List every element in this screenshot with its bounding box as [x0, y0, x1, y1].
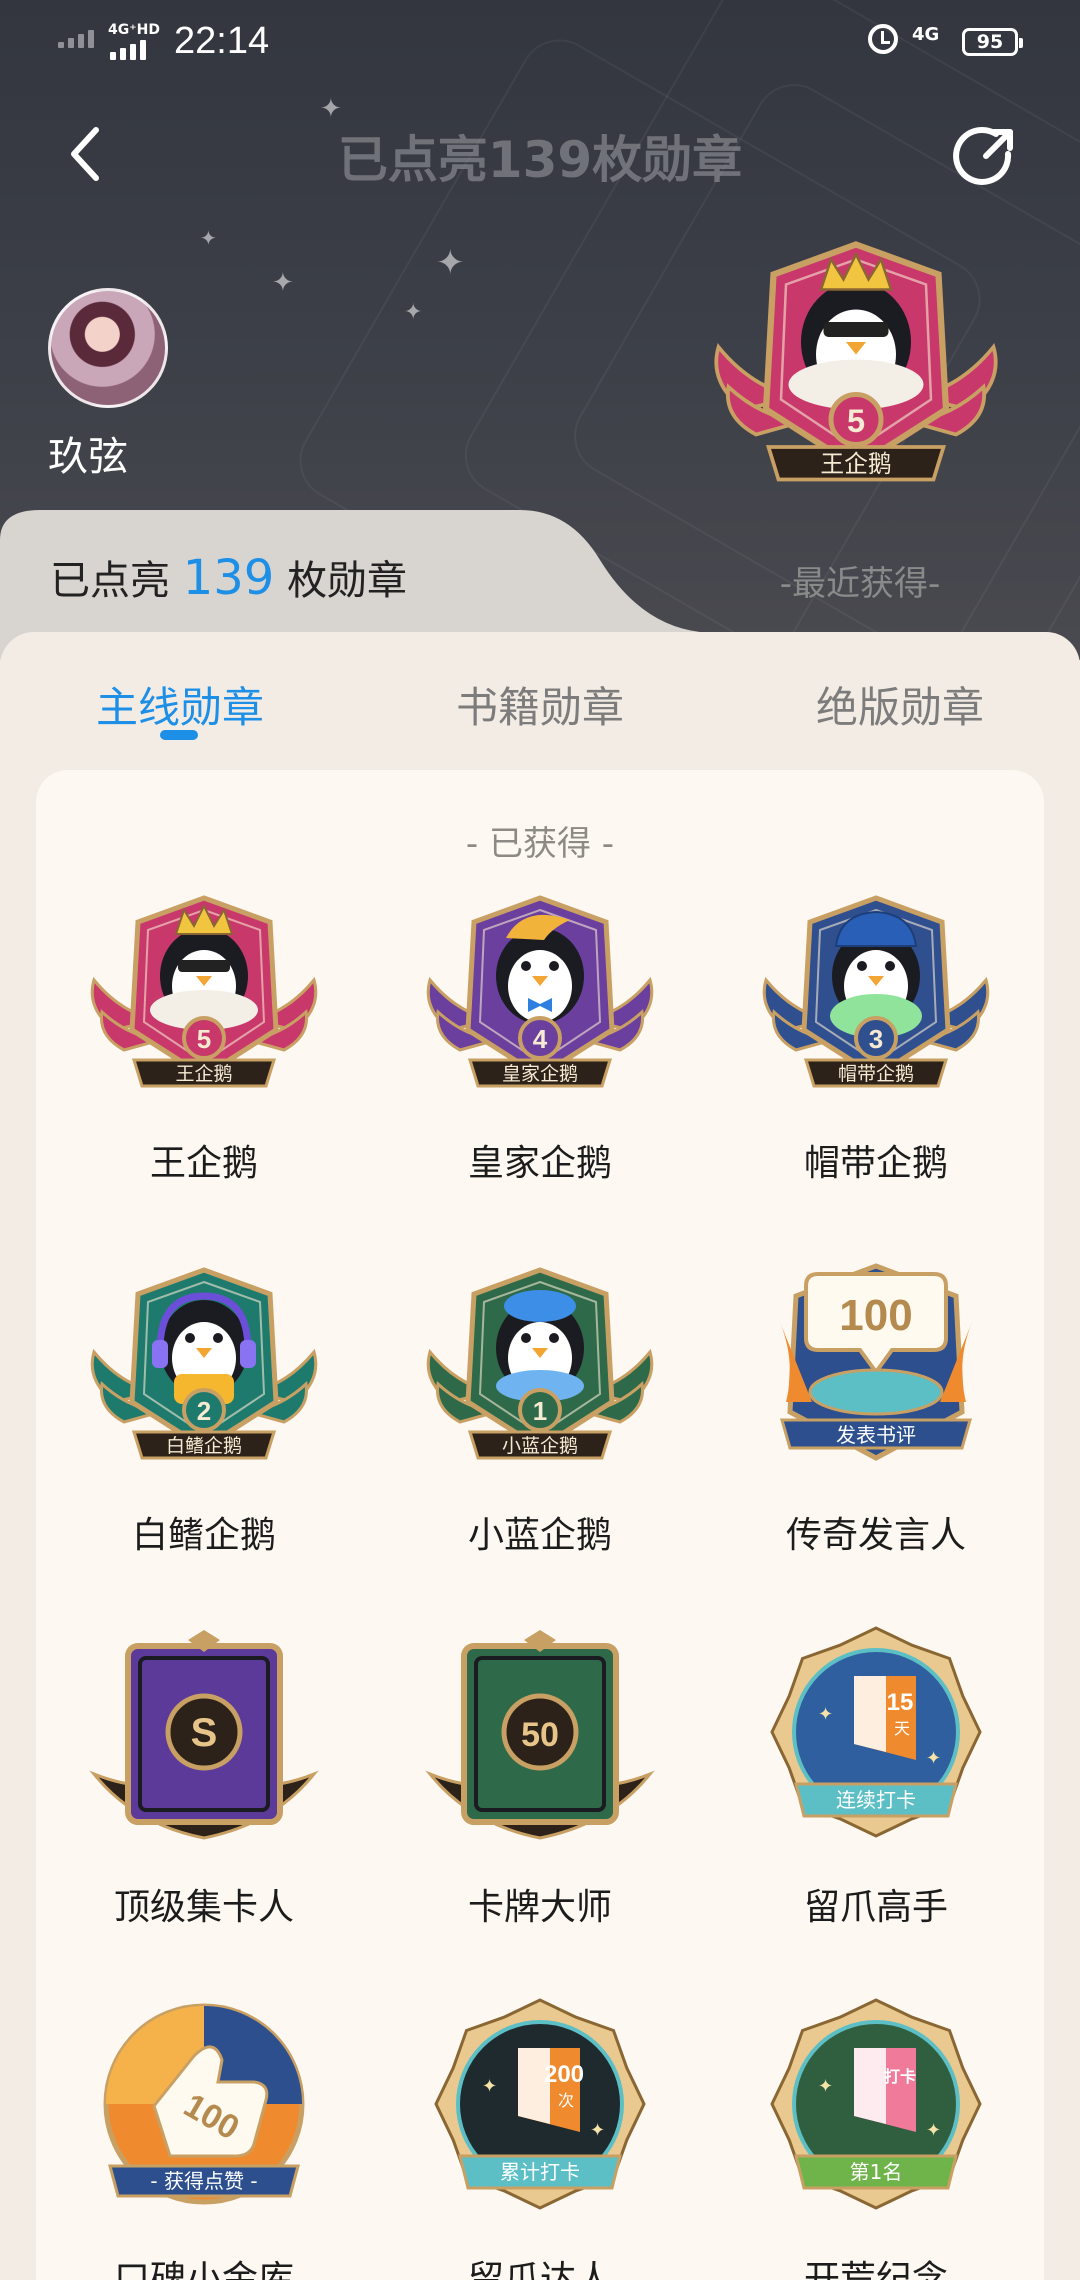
battery-icon: 95	[962, 28, 1023, 56]
badge-name: 卡牌大师	[467, 1887, 612, 1928]
count-prefix: 已点亮	[50, 558, 170, 604]
tab-bar: 主线勋章 书籍勋章 绝版勋章	[0, 632, 1080, 772]
svg-text:次: 次	[558, 2091, 574, 2110]
badge-item[interactable]: 2 白鳍企鹅 白鳍企鹅	[36, 1252, 372, 1624]
sparkle-icon: ✦	[200, 226, 217, 250]
badge-item[interactable]: 5 王企鹅 王企鹅	[36, 880, 372, 1252]
badge-icon: 打卡 ✦ ✦ 第1名	[770, 1998, 982, 2210]
section-label: - 已获得 -	[465, 824, 615, 864]
tab-limited-badges[interactable]: 绝版勋章	[770, 674, 1030, 735]
svg-text:15: 15	[887, 1689, 914, 1716]
signal-icon	[58, 30, 94, 48]
svg-text:✦: ✦	[818, 2076, 833, 2097]
svg-text:5: 5	[197, 1024, 211, 1054]
badge-item[interactable]: S 顶级集卡人	[36, 1624, 372, 1996]
svg-text:4: 4	[533, 1024, 548, 1054]
badge-name: 留爪达人	[467, 2259, 612, 2280]
svg-text:帽带企鹅: 帽带企鹅	[838, 1063, 914, 1085]
svg-text:王企鹅: 王企鹅	[175, 1063, 232, 1085]
svg-text:2: 2	[197, 1396, 211, 1426]
svg-text:王企鹅: 王企鹅	[820, 450, 891, 478]
svg-text:- 获得点赞 -: - 获得点赞 -	[150, 2169, 257, 2193]
svg-text:1: 1	[533, 1396, 547, 1426]
svg-text:✦: ✦	[926, 1748, 941, 1769]
badge-count: 已点亮 139 枚勋章	[50, 548, 407, 606]
svg-text:打卡: 打卡	[884, 2067, 916, 2086]
recent-badge[interactable]: 5 王企鹅	[706, 222, 1006, 522]
badge-item[interactable]: 3 帽带企鹅 帽带企鹅	[708, 880, 1044, 1252]
avatar[interactable]	[48, 288, 168, 408]
sparkle-icon: ✦	[404, 300, 423, 325]
svg-text:皇家企鹅: 皇家企鹅	[502, 1063, 578, 1085]
svg-text:200: 200	[544, 2061, 584, 2088]
badge-item[interactable]: 4 皇家企鹅 皇家企鹅	[372, 880, 708, 1252]
signal-strong-icon	[110, 40, 146, 60]
tab-indicator	[160, 730, 198, 740]
badge-item[interactable]: 100 发表书评传奇发言人	[708, 1252, 1044, 1624]
svg-text:50: 50	[521, 1716, 559, 1754]
badge-icon: 5 王企鹅	[90, 895, 318, 1088]
badge-icon: 200 次 ✦ ✦ 累计打卡	[434, 1998, 646, 2210]
svg-text:累计打卡: 累计打卡	[500, 2160, 580, 2184]
badge-name: 开荒纪念	[803, 2259, 948, 2280]
svg-text:连续打卡: 连续打卡	[836, 1788, 916, 1812]
tab-book-badges[interactable]: 书籍勋章	[410, 674, 670, 735]
svg-text:第1名: 第1名	[850, 2160, 903, 2184]
badge-icon: 100- 获得点赞 -	[103, 2003, 305, 2205]
badge-name: 王企鹅	[149, 1143, 258, 1184]
badge-name: 口碑小金库	[113, 2259, 294, 2280]
recent-badge-art: 5 王企鹅	[714, 241, 998, 482]
svg-text:白鳍企鹅: 白鳍企鹅	[166, 1435, 242, 1457]
network-label: 4G⁺HD	[108, 22, 160, 38]
svg-text:✦: ✦	[926, 2120, 941, 2141]
user-name: 玖弦	[48, 434, 128, 480]
badge-name: 留爪高手	[803, 1887, 948, 1928]
badge-name: 帽带企鹅	[803, 1143, 948, 1184]
status-bar: 4G⁺HD 22:14 4G 95	[0, 0, 1080, 90]
badge-icon: 15 天 ✦ ✦ 连续打卡	[770, 1626, 982, 1838]
svg-text:✦: ✦	[590, 2120, 605, 2141]
status-time: 22:14	[174, 20, 270, 62]
badge-icon: 100 发表书评	[780, 1263, 972, 1461]
badge-icon: 2 白鳍企鹅	[90, 1267, 318, 1460]
share-button[interactable]	[952, 124, 1016, 188]
badge-item[interactable]: 1 小蓝企鹅 小蓝企鹅	[372, 1252, 708, 1624]
count-suffix: 枚勋章	[287, 558, 408, 604]
recent-label: -最近获得-	[779, 564, 941, 604]
badge-item[interactable]: 15 天 ✦ ✦ 连续打卡留爪高手	[708, 1624, 1044, 1996]
badge-name: 白鳍企鹅	[131, 1515, 276, 1556]
tab-main-badges[interactable]: 主线勋章	[50, 674, 310, 735]
badge-item[interactable]: 200 次 ✦ ✦ 累计打卡留爪达人	[372, 1996, 708, 2280]
badge-name: 小蓝企鹅	[467, 1515, 612, 1556]
badge-icon: 1 小蓝企鹅	[426, 1267, 654, 1460]
sparkle-icon: ✦	[436, 243, 465, 283]
svg-text:3: 3	[869, 1024, 883, 1054]
page-title: 已点亮139枚勋章	[337, 131, 743, 189]
svg-text:✦: ✦	[482, 2076, 497, 2097]
count-number: 139	[182, 550, 275, 606]
badge-item[interactable]: 100- 获得点赞 - 口碑小金库	[36, 1996, 372, 2280]
badge-icon: 3 帽带企鹅	[762, 895, 990, 1088]
badge-item[interactable]: 打卡 ✦ ✦ 第1名开荒纪念	[708, 1996, 1044, 2280]
badge-icon: 50	[425, 1630, 655, 1840]
svg-text:✦: ✦	[818, 1704, 833, 1725]
badge-icon: S	[89, 1630, 319, 1840]
alarm-icon	[868, 24, 898, 54]
badge-item[interactable]: 50 卡牌大师	[372, 1624, 708, 1996]
network-label-right: 4G	[912, 24, 940, 45]
svg-text:5: 5	[847, 403, 865, 439]
svg-text:S: S	[191, 1711, 218, 1755]
badge-name: 传奇发言人	[785, 1515, 966, 1556]
badge-name: 顶级集卡人	[113, 1887, 294, 1928]
badge-icon: 4 皇家企鹅	[426, 895, 654, 1088]
badge-name: 皇家企鹅	[467, 1143, 612, 1184]
svg-text:小蓝企鹅: 小蓝企鹅	[502, 1435, 578, 1457]
sparkle-icon: ✦	[320, 94, 342, 124]
share-icon	[953, 127, 1013, 185]
svg-text:天: 天	[894, 1719, 910, 1738]
sparkle-icon: ✦	[272, 268, 294, 298]
svg-text:100: 100	[839, 1291, 912, 1340]
svg-text:发表书评: 发表书评	[836, 1423, 916, 1447]
